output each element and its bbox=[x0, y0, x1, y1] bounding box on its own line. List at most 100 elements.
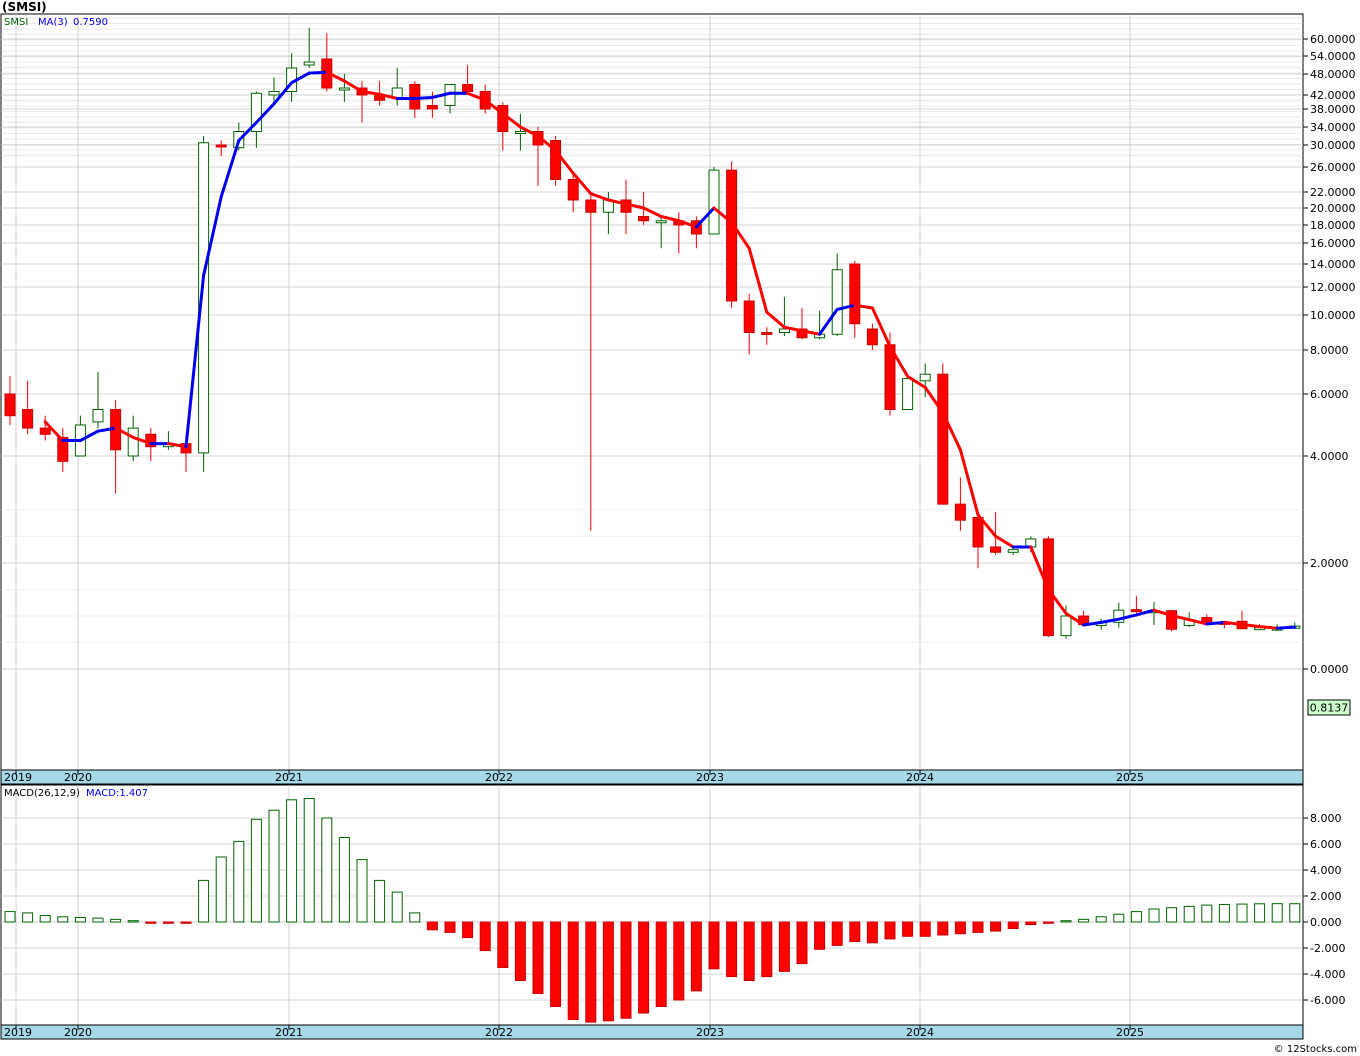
candle-body bbox=[902, 378, 914, 411]
candle-body bbox=[954, 503, 966, 521]
candle-body bbox=[655, 220, 667, 224]
macd-bar bbox=[198, 879, 210, 923]
macd-bar bbox=[602, 921, 614, 1022]
macd-bar bbox=[954, 921, 966, 935]
macd-panel bbox=[0, 784, 1304, 1026]
footer-copyright: © 12Stocks.com bbox=[1273, 1044, 1357, 1055]
macd-tick-label: 2.000 bbox=[1310, 890, 1342, 903]
price-tick-label: 54.0000 bbox=[1310, 50, 1356, 63]
macd-bar bbox=[796, 921, 808, 965]
macd-bar bbox=[550, 921, 562, 1007]
macd-bar bbox=[356, 859, 368, 923]
candle-body bbox=[426, 105, 438, 110]
macd-bar bbox=[1183, 905, 1195, 923]
macd-bar bbox=[22, 912, 34, 923]
ma-segment bbox=[1240, 622, 1262, 629]
macd-bar bbox=[215, 856, 227, 923]
candle-body bbox=[972, 517, 984, 548]
candle-body bbox=[4, 393, 16, 417]
legend-ma-value: 0.7590 bbox=[73, 17, 108, 28]
candle-body bbox=[1130, 609, 1142, 613]
macd-tick-label: 4.000 bbox=[1310, 864, 1342, 877]
macd-bar bbox=[479, 921, 491, 952]
candle-body bbox=[462, 84, 474, 92]
price-tick-label: 22.0000 bbox=[1310, 186, 1356, 199]
macd-bar bbox=[1271, 903, 1283, 923]
macd-bar bbox=[655, 921, 667, 1007]
candle-body bbox=[1060, 615, 1072, 637]
price-tick-label: 14.0000 bbox=[1310, 258, 1356, 271]
macd-bar bbox=[849, 921, 861, 942]
macd-bar bbox=[1060, 920, 1072, 923]
year-label: 2019 bbox=[4, 1026, 32, 1039]
macd-bar bbox=[233, 840, 245, 923]
price-tick-label: 8.0000 bbox=[1310, 344, 1349, 357]
macd-x-axis-band bbox=[0, 1024, 1304, 1040]
ma-segment bbox=[1222, 620, 1244, 626]
macd-bar bbox=[567, 921, 579, 1020]
stock-chart: 60.0000 54.0000 48.0000 42.000038.0000 34.00… bbox=[0, 13, 1356, 1040]
ma-segment bbox=[1205, 620, 1226, 626]
macd-bar bbox=[321, 817, 333, 923]
macd-bar bbox=[409, 912, 421, 923]
price-tick-label: 16.0000 bbox=[1310, 237, 1356, 250]
macd-bar bbox=[514, 921, 526, 981]
candle-body bbox=[919, 373, 931, 382]
price-tick-label: 0.0000 bbox=[1310, 663, 1349, 676]
candle-body bbox=[303, 61, 315, 66]
candle-body bbox=[585, 199, 597, 213]
macd-tick-label: -2.000 bbox=[1310, 942, 1345, 955]
candle-body bbox=[831, 269, 843, 335]
candle-body bbox=[866, 328, 878, 346]
macd-bar bbox=[57, 916, 69, 923]
macd-tick-label: -4.000 bbox=[1310, 968, 1345, 981]
macd-bar bbox=[1078, 918, 1090, 923]
macd-bar bbox=[761, 921, 773, 978]
macd-bar bbox=[1042, 921, 1054, 924]
price-tick-label: 48.0000 bbox=[1310, 68, 1356, 81]
candle-body bbox=[127, 427, 139, 457]
macd-bar bbox=[110, 918, 122, 923]
price-y-axis: 60.0000 54.0000 48.0000 42.000038.0000 34.00… bbox=[1303, 33, 1356, 676]
last-price-label: 0.8137 bbox=[1310, 702, 1349, 715]
legend-ma-label: MA(3) bbox=[38, 17, 68, 28]
year-label: 2021 bbox=[275, 1026, 303, 1039]
candle-body bbox=[726, 169, 738, 302]
macd-bar bbox=[338, 837, 350, 923]
candle-body bbox=[338, 87, 350, 91]
macd-bar bbox=[1095, 916, 1107, 923]
macd-bar bbox=[814, 921, 826, 950]
year-label: 2025 bbox=[1116, 1026, 1144, 1039]
price-tick-label: 34.0000 bbox=[1310, 121, 1356, 134]
macd-bar bbox=[585, 921, 597, 1023]
macd-bar bbox=[462, 921, 474, 939]
macd-bar bbox=[74, 916, 86, 923]
legend-symbol: SMSI bbox=[4, 17, 28, 28]
year-label: 2025 bbox=[1116, 771, 1144, 784]
price-x-axis-band bbox=[0, 769, 1304, 785]
year-label: 2021 bbox=[275, 771, 303, 784]
macd-legend-value: MACD:1.407 bbox=[86, 788, 148, 799]
candle-body bbox=[778, 328, 790, 333]
candle-body bbox=[268, 91, 280, 96]
macd-bar bbox=[937, 921, 949, 936]
candle-body bbox=[638, 216, 650, 222]
price-tick-label: 6.0000 bbox=[1310, 388, 1349, 401]
macd-bar bbox=[743, 921, 755, 981]
macd-bar bbox=[690, 921, 702, 992]
macd-bar bbox=[1007, 921, 1019, 929]
macd-bar bbox=[673, 921, 685, 1001]
macd-bar bbox=[426, 921, 438, 931]
year-label: 2019 bbox=[4, 771, 32, 784]
price-tick-label: 30.0000 bbox=[1310, 139, 1356, 152]
macd-bar bbox=[391, 891, 403, 923]
year-label: 2023 bbox=[696, 1026, 724, 1039]
macd-bar bbox=[1218, 903, 1230, 923]
macd-bar bbox=[444, 921, 456, 933]
macd-bar bbox=[1130, 911, 1142, 923]
macd-bar bbox=[532, 921, 544, 994]
candle-body bbox=[514, 131, 526, 134]
year-label: 2020 bbox=[64, 1026, 92, 1039]
price-tick-label: 38.0000 bbox=[1310, 103, 1356, 116]
macd-bar bbox=[919, 921, 931, 937]
